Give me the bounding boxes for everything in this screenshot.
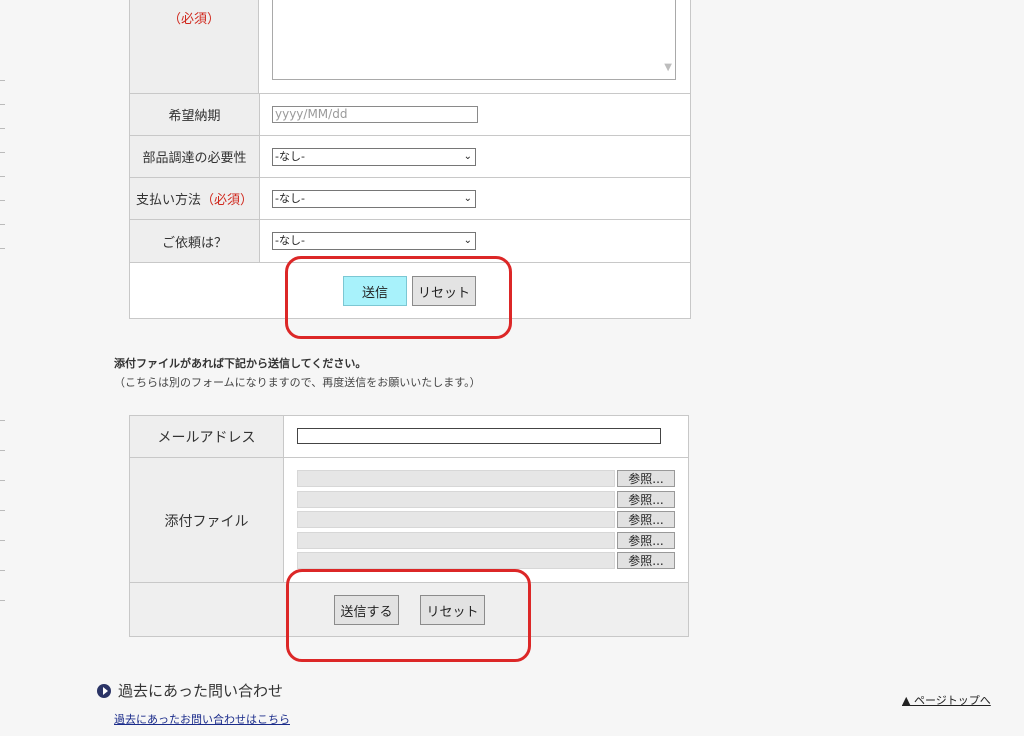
- inquiry-content-label: （必須）: [130, 0, 259, 93]
- inquiry-textarea[interactable]: ▼: [272, 0, 676, 80]
- attachment-label: 添付ファイル: [130, 458, 284, 583]
- delivery-date-input[interactable]: yyyy/MM/dd: [272, 106, 478, 123]
- payment-method-row: 支払い方法 （必須） -なし- ⌄: [130, 178, 690, 220]
- left-edge-marks: [0, 0, 6, 640]
- past-inquiries-heading: 過去にあった問い合わせ: [97, 680, 283, 701]
- email-label: メールアドレス: [130, 416, 284, 457]
- request-label: ご依頼は？: [130, 220, 260, 262]
- browse-button[interactable]: 参照...: [617, 532, 675, 549]
- play-circle-icon: [97, 683, 111, 698]
- chevron-down-icon: ⌄: [463, 151, 472, 162]
- attachment-subnote: （こちらは別のフォームになりますので、再度送信をお願いいたします。）: [114, 376, 481, 389]
- inquiry-content-row: （必須） ▼: [130, 0, 690, 94]
- file-name-field: [297, 511, 615, 528]
- parts-procurement-row: 部品調達の必要性 -なし- ⌄: [130, 136, 690, 178]
- file-input[interactable]: 参照...: [297, 491, 675, 508]
- delivery-date-row: 希望納期 yyyy/MM/dd: [130, 94, 690, 136]
- parts-procurement-select[interactable]: -なし- ⌄: [272, 148, 476, 166]
- payment-method-label: 支払い方法 （必須）: [130, 178, 260, 219]
- payment-required-mark: （必須）: [201, 193, 254, 208]
- past-inquiries-link[interactable]: 過去にあったお問い合わせはこちら: [114, 711, 290, 727]
- scroll-down-icon[interactable]: ▼: [664, 62, 672, 73]
- parts-procurement-label: 部品調達の必要性: [130, 136, 260, 177]
- file-input[interactable]: 参照...: [297, 511, 675, 528]
- request-select[interactable]: -なし- ⌄: [272, 232, 476, 250]
- past-inquiries-title: 過去にあった問い合わせ: [118, 682, 284, 700]
- chevron-down-icon: ⌄: [463, 235, 472, 246]
- email-input[interactable]: [297, 428, 661, 444]
- inquiry-required-mark: （必須）: [167, 12, 220, 27]
- delivery-date-label: 希望納期: [130, 94, 260, 135]
- parts-procurement-value: -なし-: [275, 150, 305, 163]
- file-name-field: [297, 532, 615, 549]
- browse-button[interactable]: 参照...: [617, 511, 675, 528]
- browse-button[interactable]: 参照...: [617, 552, 675, 569]
- attachment-note: 添付ファイルがあれば下記から送信してください。: [114, 357, 367, 370]
- browse-button[interactable]: 参照...: [617, 491, 675, 508]
- request-value: -なし-: [275, 234, 305, 247]
- payment-method-select[interactable]: -なし- ⌄: [272, 190, 476, 208]
- highlight-box: [286, 569, 531, 662]
- file-input[interactable]: 参照...: [297, 470, 675, 487]
- file-name-field: [297, 470, 615, 487]
- file-name-field: [297, 552, 615, 569]
- highlight-box: [285, 256, 512, 339]
- chevron-down-icon: ⌄: [463, 193, 472, 204]
- payment-method-value: -なし-: [275, 192, 305, 205]
- file-name-field: [297, 491, 615, 508]
- file-input[interactable]: 参照...: [297, 552, 675, 569]
- payment-method-text: 支払い方法: [135, 193, 201, 208]
- page-top-link[interactable]: ▲ ページトップへ: [902, 692, 991, 708]
- file-input[interactable]: 参照...: [297, 532, 675, 549]
- browse-button[interactable]: 参照...: [617, 470, 675, 487]
